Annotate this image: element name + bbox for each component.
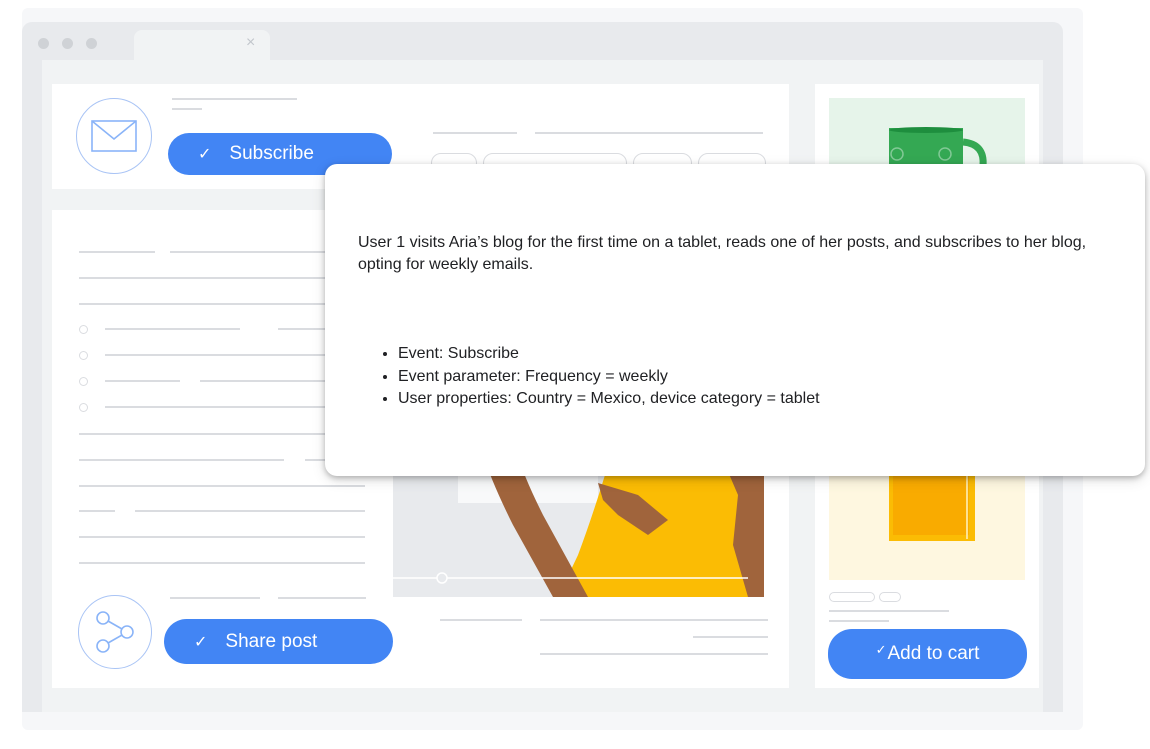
window-control-dot[interactable] [38, 38, 49, 49]
text-line [79, 433, 365, 435]
text-line [105, 328, 240, 330]
envelope-icon [76, 98, 152, 174]
text-line [829, 620, 889, 622]
text-line [105, 380, 180, 382]
share-post-button[interactable]: ✓ Share post [164, 619, 393, 664]
text-line [79, 277, 365, 279]
text-line [79, 562, 365, 564]
text-line [79, 510, 115, 512]
check-icon: ✓ [875, 642, 887, 657]
popup-bullet-user-properties: User properties: Country = Mexico, devic… [398, 388, 820, 411]
list-bullet [79, 403, 88, 412]
rating-pill [879, 592, 901, 602]
rating-pill [829, 592, 875, 602]
nav-placeholder [433, 132, 517, 134]
tab-close-icon[interactable]: × [246, 34, 255, 52]
list-bullet [79, 351, 88, 360]
text-line [829, 610, 949, 612]
text-line [540, 619, 768, 621]
subscribe-button-label: Subscribe [229, 143, 314, 164]
popup-bullet-list: Event: Subscribe Event parameter: Freque… [358, 343, 820, 411]
text-line [540, 653, 768, 655]
placeholder-line [172, 108, 202, 110]
placeholder-line [172, 98, 297, 100]
share-icon [78, 595, 152, 669]
window-control-dot[interactable] [62, 38, 73, 49]
popup-description: User 1 visits Aria’s blog for the first … [358, 234, 1087, 273]
popup-bullet-event: Event: Subscribe [398, 343, 820, 366]
text-line [135, 510, 365, 512]
add-to-cart-button[interactable]: ✓ Add to cart [828, 629, 1027, 679]
article-image [393, 455, 764, 597]
text-line [79, 536, 365, 538]
text-line [440, 619, 522, 621]
text-line [693, 636, 768, 638]
check-icon: ✓ [194, 633, 208, 651]
text-line [79, 459, 284, 461]
list-bullet [79, 377, 88, 386]
text-line [79, 303, 365, 305]
popup-bullet-event-parameter: Event parameter: Frequency = weekly [398, 366, 820, 389]
check-icon: ✓ [198, 146, 212, 163]
list-bullet [79, 325, 88, 334]
nav-placeholder [535, 132, 763, 134]
window-control-dot[interactable] [86, 38, 97, 49]
event-info-popup: User 1 visits Aria’s blog for the first … [325, 164, 1145, 476]
share-button-label: Share post [225, 630, 318, 652]
add-to-cart-label: Add to cart [887, 643, 980, 664]
text-line [79, 485, 365, 487]
text-line [79, 251, 155, 253]
text-line [170, 597, 260, 599]
text-line [278, 597, 366, 599]
